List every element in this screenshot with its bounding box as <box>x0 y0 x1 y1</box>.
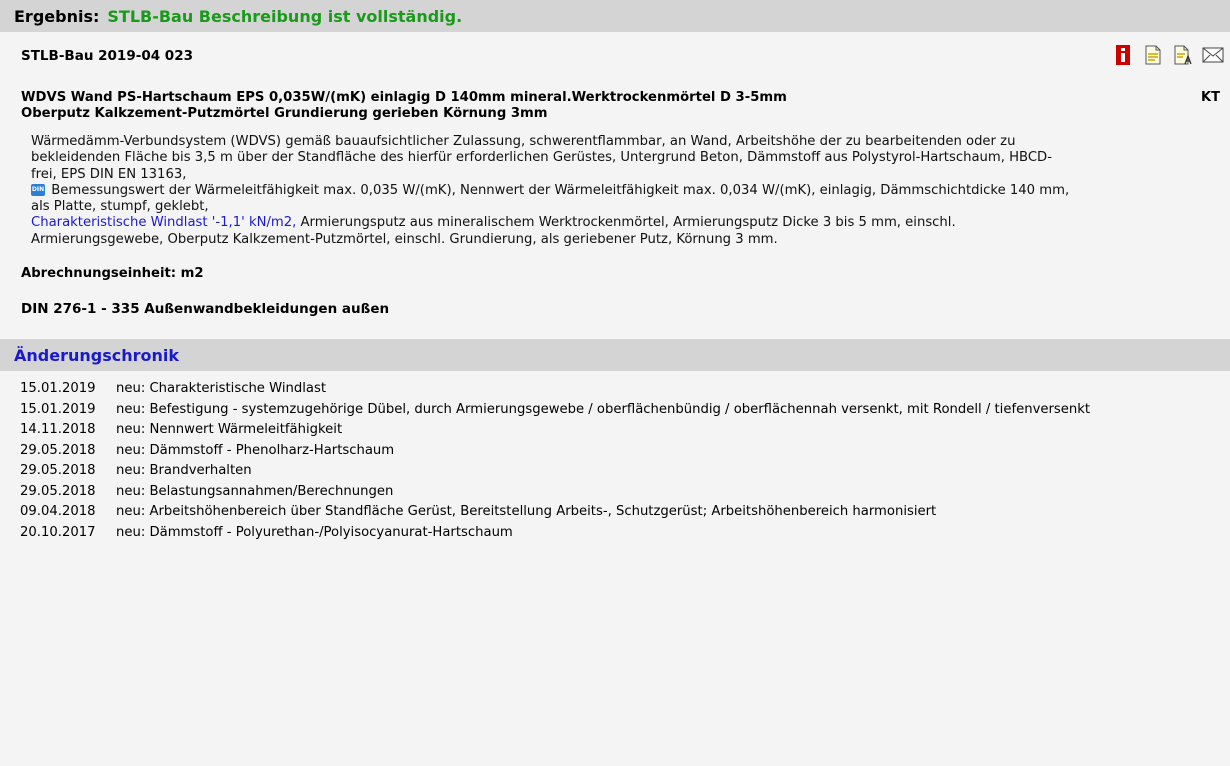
din-icon[interactable]: DIN <box>31 183 45 196</box>
list-item: 29.05.2018 neu: Brandverhalten <box>20 463 1230 479</box>
chronik-text: neu: Dämmstoff - Polyurethan-/Polyisocya… <box>116 524 513 540</box>
chronik-date: 15.01.2019 <box>20 381 96 397</box>
chronik-text: neu: Brandverhalten <box>116 463 252 479</box>
langtext: Wärmedämm-Verbundsystem (WDVS) gemäß bau… <box>0 134 1230 248</box>
chronik-date: 09.04.2018 <box>20 504 96 520</box>
chronik-date: 29.05.2018 <box>20 442 96 458</box>
langtext-windlast-link[interactable]: Charakteristische Windlast '-1,1' kN/m2, <box>31 215 296 230</box>
list-item: 15.01.2019 neu: Charakteristische Windla… <box>20 381 1230 397</box>
list-item: 29.05.2018 neu: Belastungsannahmen/Berec… <box>20 484 1230 500</box>
chronik-date: 29.05.2018 <box>20 463 96 479</box>
document-icon[interactable] <box>1142 44 1164 66</box>
toolbar-icons <box>1112 44 1224 66</box>
result-label: Ergebnis: <box>14 6 100 26</box>
chronik-text: neu: Nennwert Wärmeleitfähigkeit <box>116 422 343 438</box>
chronik-date: 14.11.2018 <box>20 422 96 438</box>
langtext-part-2: Bemessungswert der Wärmeleitfähigkeit ma… <box>31 182 1070 215</box>
stlb-id-row: STLB-Bau 2019-04 023 <box>0 42 1230 70</box>
chronik-date: 29.05.2018 <box>20 483 96 499</box>
kurztext-line-1: WDVS Wand PS-Hartschaum EPS 0,035W/(mK) … <box>21 90 787 105</box>
list-item: 15.01.2019 neu: Befestigung - systemzuge… <box>20 402 1230 418</box>
langtext-part-1: Wärmedämm-Verbundsystem (WDVS) gemäß bau… <box>31 134 1052 182</box>
info-icon[interactable] <box>1112 44 1134 66</box>
chronik-text: neu: Charakteristische Windlast <box>116 381 327 397</box>
mail-icon[interactable] <box>1202 44 1224 66</box>
chronik-text: neu: Dämmstoff - Phenolharz-Hartschaum <box>116 442 395 458</box>
list-item: 09.04.2018 neu: Arbeitshöhenbereich über… <box>20 504 1230 520</box>
kurztext: WDVS Wand PS-Hartschaum EPS 0,035W/(mK) … <box>0 90 1230 122</box>
result-bar: Ergebnis: STLB-Bau Beschreibung ist voll… <box>0 0 1230 32</box>
chronik-text: neu: Befestigung - systemzugehörige Dübe… <box>116 401 1091 417</box>
abrechnungseinheit: Abrechnungseinheit: m2 <box>21 266 204 282</box>
document-text-icon[interactable] <box>1172 44 1194 66</box>
list-item: 20.10.2017 neu: Dämmstoff - Polyurethan-… <box>20 525 1230 541</box>
result-status: STLB-Bau Beschreibung ist vollständig. <box>107 6 463 26</box>
chronik-date: 20.10.2017 <box>20 524 96 540</box>
din-276: DIN 276-1 - 335 Außenwandbekleidungen au… <box>21 301 390 318</box>
list-item: 29.05.2018 neu: Dämmstoff - Phenolharz-H… <box>20 443 1230 459</box>
list-item: 14.11.2018 neu: Nennwert Wärmeleitfähigk… <box>20 422 1230 438</box>
stlb-id: STLB-Bau 2019-04 023 <box>21 48 193 64</box>
kurztext-line-2: Oberputz Kalkzement-Putzmörtel Grundieru… <box>21 106 548 121</box>
chronik-date: 15.01.2019 <box>20 401 96 417</box>
chronik-text: neu: Belastungsannahmen/Berechnungen <box>116 483 394 499</box>
chronik-text: neu: Arbeitshöhenbereich über Standfläch… <box>116 504 937 520</box>
chronik-header: Änderungschronik <box>0 339 1230 372</box>
chronik-title[interactable]: Änderungschronik <box>14 346 179 365</box>
chronik-list: 15.01.2019 neu: Charakteristische Windla… <box>0 371 1230 540</box>
kurztext-tag: KT <box>1201 90 1220 105</box>
